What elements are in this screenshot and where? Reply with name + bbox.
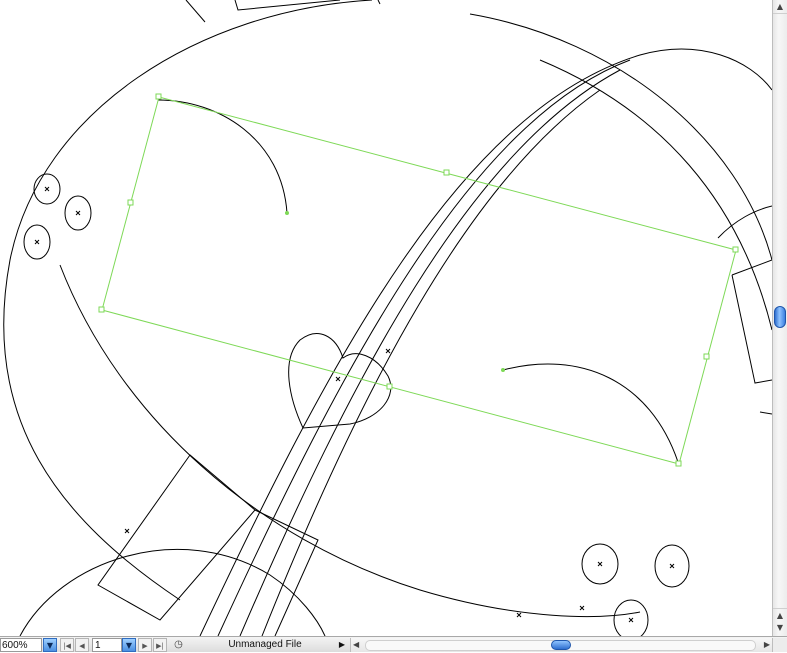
lower-right-arc	[502, 363, 679, 463]
anchor-marker	[628, 617, 634, 623]
anchor-marker	[75, 210, 81, 216]
vertical-scrollbar[interactable]: ▲ ▲ ▼	[772, 0, 787, 636]
horizontal-scroll-thumb[interactable]	[551, 640, 571, 650]
artwork-svg[interactable]	[0, 0, 772, 636]
page-dropdown-icon[interactable]: ▼	[122, 638, 136, 652]
first-page-icon[interactable]: |◀	[60, 638, 74, 652]
anchor-marker	[669, 563, 675, 569]
outer-ellipse-left-arc	[3, 0, 373, 601]
selection-handle-bottom-right	[675, 460, 682, 467]
scroll-up-arrow-icon[interactable]: ▲	[773, 0, 787, 14]
top-tick	[185, 0, 206, 23]
anchor-marker	[579, 605, 585, 611]
long-curve-1	[199, 48, 772, 636]
status-bar: 600% ▼ |◀ ◀ 1 ▼ ▶ ▶| ◷ Unmanaged File ▶ …	[0, 636, 787, 652]
selection-handle-right-mid	[703, 353, 710, 360]
scroll-down-arrow-icon[interactable]: ▼	[773, 621, 787, 634]
vertical-scroll-thumb[interactable]	[774, 306, 786, 328]
status-menu-arrow-icon[interactable]: ▶	[336, 638, 348, 652]
outer-ellipse-right-arc	[469, 13, 772, 261]
selection-handle-bottom-mid	[386, 383, 393, 390]
inner-ellipse-arc	[59, 264, 641, 617]
selection-handle-top-mid	[443, 169, 450, 176]
zoom-dropdown-icon[interactable]: ▼	[43, 638, 57, 652]
anchor-marker	[597, 561, 603, 567]
next-page-icon[interactable]: ▶	[138, 638, 152, 652]
selection-handle-top-right	[732, 246, 739, 253]
right-small-arc	[717, 205, 772, 239]
scroll-left-arrow-icon[interactable]: ◀	[353, 638, 359, 652]
clock-icon: ◷	[174, 639, 183, 650]
long-curve-4	[261, 89, 601, 636]
anchor-marker	[385, 348, 391, 354]
prev-page-icon[interactable]: ◀	[75, 638, 89, 652]
right-oval-3	[613, 599, 649, 636]
right-tick	[759, 411, 772, 415]
anchor-marker	[124, 528, 130, 534]
page-number-field[interactable]: 1	[92, 638, 122, 652]
path-endpoint	[501, 368, 505, 372]
long-curve-2	[217, 59, 631, 636]
last-page-icon[interactable]: ▶|	[153, 638, 167, 652]
right-ellipse-arc	[539, 59, 772, 331]
right-rect	[731, 259, 772, 384]
anchor-marker	[34, 239, 40, 245]
status-text: Unmanaged File	[228, 639, 302, 650]
anchor-marker	[44, 186, 50, 192]
upper-left-arc	[157, 99, 288, 214]
scroll-up-arrow-bottom-icon[interactable]: ▲	[773, 608, 787, 622]
selection-handle-bottom-left	[98, 306, 105, 313]
selection-handle-top-left	[155, 93, 162, 100]
scrollbar-corner	[772, 638, 787, 652]
zoom-level-field[interactable]: 600%	[0, 638, 42, 652]
path-endpoint	[285, 211, 289, 215]
bottom-rect-1	[97, 454, 256, 621]
anchor-marker	[516, 612, 522, 618]
anchor-marker	[335, 376, 341, 382]
top-small-tick	[377, 0, 381, 5]
artboard-canvas[interactable]	[0, 0, 772, 636]
scroll-right-arrow-icon[interactable]: ▶	[764, 638, 770, 652]
horizontal-scrollbar[interactable]: ◀ ▶	[350, 638, 772, 652]
selection-handle-left-mid	[127, 199, 134, 206]
